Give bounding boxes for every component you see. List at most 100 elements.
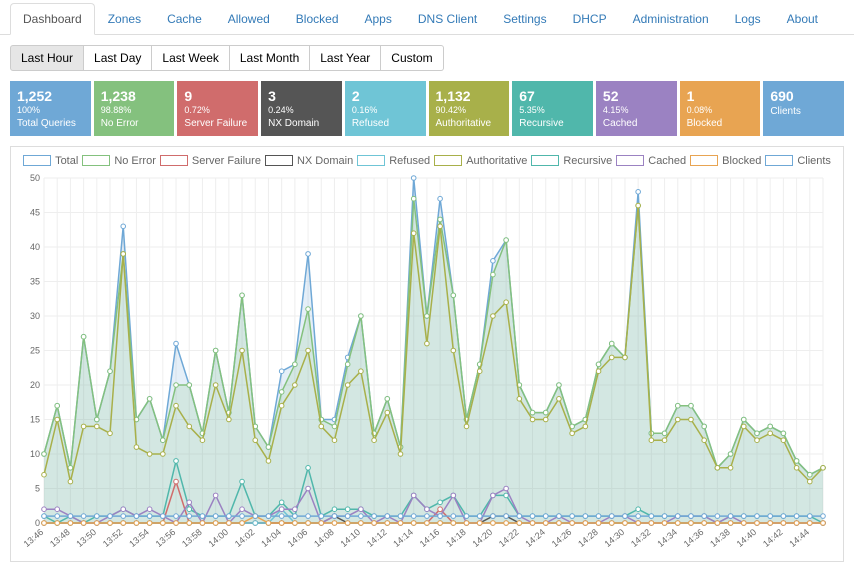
legend-box — [23, 155, 51, 166]
stat-card-authoritative[interactable]: 1,13290.42%Authoritative — [429, 81, 510, 136]
stat-value: 1,252 — [17, 87, 84, 105]
legend-item-recursive[interactable]: Recursive — [531, 155, 612, 167]
nav-tab-zones[interactable]: Zones — [95, 3, 154, 35]
svg-text:45: 45 — [30, 207, 40, 217]
stat-label: Recursive — [519, 117, 586, 130]
time-btn-last-month[interactable]: Last Month — [230, 45, 310, 71]
stat-label: Total Queries — [17, 117, 84, 130]
stat-card-cached[interactable]: 524.15%Cached — [596, 81, 677, 136]
nav-tab-administration[interactable]: Administration — [620, 3, 722, 35]
nav-tab-blocked[interactable]: Blocked — [283, 3, 352, 35]
stat-card-recursive[interactable]: 675.35%Recursive — [512, 81, 593, 136]
legend-label: Clients — [797, 155, 831, 167]
stat-label: Authoritative — [436, 117, 503, 130]
svg-text:15: 15 — [30, 414, 40, 424]
legend-label: Cached — [648, 155, 686, 167]
svg-text:13:46: 13:46 — [22, 527, 46, 549]
stat-pct: 0.72% — [184, 105, 251, 117]
svg-text:13:48: 13:48 — [48, 527, 72, 549]
legend-item-clients[interactable]: Clients — [765, 155, 831, 167]
nav-tab-apps[interactable]: Apps — [352, 3, 405, 35]
stat-card-no-error[interactable]: 1,23898.88%No Error — [94, 81, 175, 136]
nav-tab-cache[interactable]: Cache — [154, 3, 215, 35]
chart-legend: Total No Error Server Failure NX Domain Refu… — [19, 155, 835, 167]
svg-text:14:36: 14:36 — [682, 527, 706, 549]
legend-box — [82, 155, 110, 166]
time-btn-last-year[interactable]: Last Year — [310, 45, 381, 71]
legend-label: Recursive — [563, 155, 612, 167]
stat-card-server-failure[interactable]: 90.72%Server Failure — [177, 81, 258, 136]
stat-pct: 0.16% — [352, 105, 419, 117]
stat-card-total-queries[interactable]: 1,252100%Total Queries — [10, 81, 91, 136]
svg-text:13:50: 13:50 — [74, 527, 98, 549]
stat-pct: 98.88% — [101, 105, 168, 117]
main-nav: DashboardZonesCacheAllowedBlockedAppsDNS… — [0, 0, 854, 35]
svg-text:30: 30 — [30, 311, 40, 321]
svg-text:14:12: 14:12 — [365, 527, 389, 549]
stat-pct: 100% — [17, 105, 84, 117]
stat-pct: 4.15% — [603, 105, 670, 117]
svg-text:14:06: 14:06 — [286, 527, 310, 549]
nav-tab-dns-client[interactable]: DNS Client — [405, 3, 490, 35]
nav-tab-dashboard[interactable]: Dashboard — [10, 3, 95, 35]
stat-label: Cached — [603, 117, 670, 130]
time-btn-last-week[interactable]: Last Week — [152, 45, 229, 71]
svg-text:14:40: 14:40 — [735, 527, 759, 549]
svg-text:20: 20 — [30, 380, 40, 390]
svg-text:13:54: 13:54 — [127, 527, 151, 549]
time-btn-last-hour[interactable]: Last Hour — [10, 45, 84, 71]
legend-item-refused[interactable]: Refused — [357, 155, 430, 167]
chart: 0510152025303540455013:4613:4813:5013:52… — [19, 173, 833, 553]
legend-item-no-error[interactable]: No Error — [82, 155, 156, 167]
svg-text:50: 50 — [30, 173, 40, 183]
svg-text:0: 0 — [35, 518, 40, 528]
svg-text:14:32: 14:32 — [629, 527, 653, 549]
stat-label: Blocked — [687, 117, 754, 130]
nav-tab-about[interactable]: About — [774, 3, 831, 35]
time-btn-last-day[interactable]: Last Day — [84, 45, 152, 71]
stat-value: 52 — [603, 87, 670, 105]
nav-tab-dhcp[interactable]: DHCP — [560, 3, 620, 35]
stat-value: 1 — [687, 87, 754, 105]
stat-label: Refused — [352, 117, 419, 130]
svg-text:14:28: 14:28 — [576, 527, 600, 549]
stat-cards: 1,252100%Total Queries1,23898.88%No Erro… — [10, 81, 844, 136]
svg-text:40: 40 — [30, 242, 40, 252]
legend-item-total[interactable]: Total — [23, 155, 78, 167]
svg-text:13:58: 13:58 — [180, 527, 204, 549]
nav-tab-allowed[interactable]: Allowed — [215, 3, 283, 35]
legend-item-nx-domain[interactable]: NX Domain — [265, 155, 353, 167]
stat-card-nx-domain[interactable]: 30.24%NX Domain — [261, 81, 342, 136]
legend-label: NX Domain — [297, 155, 353, 167]
legend-box — [357, 155, 385, 166]
nav-tab-logs[interactable]: Logs — [722, 3, 774, 35]
legend-item-server-failure[interactable]: Server Failure — [160, 155, 261, 167]
svg-text:14:02: 14:02 — [233, 527, 257, 549]
svg-text:14:38: 14:38 — [708, 527, 732, 549]
legend-box — [265, 155, 293, 166]
svg-text:14:30: 14:30 — [603, 527, 627, 549]
legend-box — [765, 155, 793, 166]
legend-label: Server Failure — [192, 155, 261, 167]
stat-card-clients[interactable]: 690Clients — [763, 81, 844, 136]
stat-value: 9 — [184, 87, 251, 105]
svg-text:14:20: 14:20 — [471, 527, 495, 549]
stat-label: Clients — [770, 105, 837, 118]
stat-pct: 90.42% — [436, 105, 503, 117]
legend-item-cached[interactable]: Cached — [616, 155, 686, 167]
stat-card-blocked[interactable]: 10.08%Blocked — [680, 81, 761, 136]
stat-pct: 5.35% — [519, 105, 586, 117]
nav-tab-settings[interactable]: Settings — [490, 3, 559, 35]
legend-label: Refused — [389, 155, 430, 167]
svg-text:14:16: 14:16 — [418, 527, 442, 549]
svg-text:14:08: 14:08 — [312, 527, 336, 549]
legend-box — [616, 155, 644, 166]
svg-text:10: 10 — [30, 449, 40, 459]
time-btn-custom[interactable]: Custom — [381, 45, 443, 71]
stat-card-refused[interactable]: 20.16%Refused — [345, 81, 426, 136]
stat-value: 690 — [770, 87, 837, 105]
svg-text:14:26: 14:26 — [550, 527, 574, 549]
legend-item-blocked[interactable]: Blocked — [690, 155, 761, 167]
stat-value: 67 — [519, 87, 586, 105]
legend-item-authoritative[interactable]: Authoritative — [434, 155, 527, 167]
